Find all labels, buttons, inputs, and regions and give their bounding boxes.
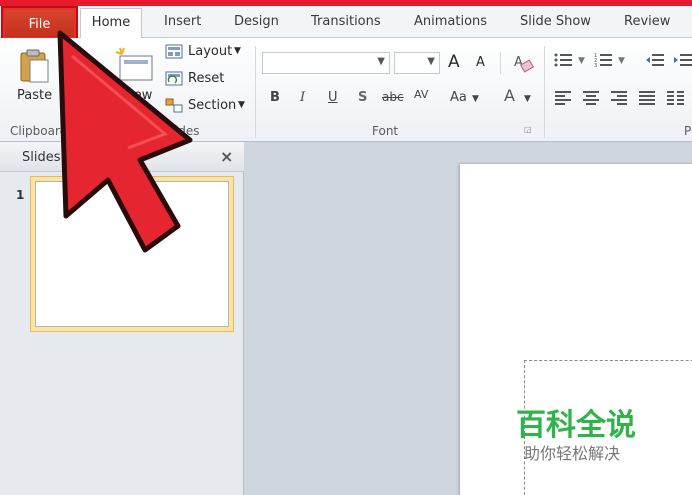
align-right-icon[interactable] <box>610 90 628 106</box>
reset-icon <box>165 71 183 86</box>
tab-insert[interactable]: Insert <box>164 14 201 29</box>
tab-review[interactable]: Review <box>624 14 670 29</box>
chevron-down-icon: ▼ <box>377 56 385 67</box>
align-left-icon[interactable] <box>554 90 572 106</box>
shadow-button[interactable]: S <box>358 90 367 105</box>
font-name-combo[interactable]: ▼ <box>262 52 390 74</box>
grow-font-button[interactable]: A <box>448 52 460 72</box>
columns-icon[interactable] <box>666 90 686 106</box>
slide-thumbnail[interactable] <box>35 181 229 327</box>
svg-text:3: 3 <box>594 63 597 68</box>
justify-icon[interactable] <box>638 90 656 106</box>
chevron-down-icon: ▼ <box>427 56 435 67</box>
separator <box>80 46 81 138</box>
italic-button[interactable]: I <box>300 90 305 105</box>
new-slide-label: New <box>124 88 153 103</box>
chevron-down-icon[interactable]: ▼ <box>524 94 531 104</box>
tab-transitions[interactable]: Transitions <box>311 14 381 29</box>
character-spacing-button[interactable]: AV <box>414 88 428 101</box>
ribbon-home: Paste Clipboard New Layout ▼ Reset Secti… <box>0 38 692 142</box>
separator <box>500 52 501 74</box>
underline-button[interactable]: U <box>328 90 338 105</box>
chevron-down-icon[interactable]: ▼ <box>472 94 479 104</box>
tab-slide-show[interactable]: Slide Show <box>520 14 591 29</box>
reset-label: Reset <box>188 71 225 86</box>
watermark-title: 百科全说 <box>516 408 636 443</box>
change-case-button[interactable]: Aa <box>450 90 467 105</box>
new-slide-icon <box>115 47 153 81</box>
shrink-font-button[interactable]: A <box>476 55 485 70</box>
font-color-button[interactable]: A <box>504 86 515 105</box>
dialog-launcher-icon[interactable]: ◲ <box>524 125 532 134</box>
group-label-clipboard: Clipboard <box>10 124 68 138</box>
chevron-down-icon: ▼ <box>238 100 245 110</box>
tab-animations[interactable]: Animations <box>414 14 487 29</box>
layout-label: Layout <box>188 44 233 59</box>
ribbon-tab-bar: File Home Insert Design Transitions Anim… <box>0 6 692 40</box>
align-center-icon[interactable] <box>582 90 600 106</box>
tab-design[interactable]: Design <box>234 14 279 29</box>
paste-label: Paste <box>17 88 53 103</box>
section-label: Section <box>188 98 237 113</box>
clipboard-icon <box>20 49 49 83</box>
chevron-down-icon[interactable]: ▼ <box>578 56 585 66</box>
bold-button[interactable]: B <box>270 90 280 105</box>
numbering-icon[interactable]: 1 2 3 <box>594 52 614 68</box>
slides-pane: Slides × 1 <box>0 142 244 495</box>
close-icon[interactable]: × <box>220 147 233 166</box>
layout-icon <box>165 44 183 59</box>
separator <box>544 46 545 138</box>
chevron-down-icon: ▼ <box>234 46 241 56</box>
increase-indent-icon[interactable] <box>674 52 692 68</box>
group-label-font: Font <box>372 124 399 138</box>
watermark-subtitle: 助你轻松解决 <box>524 444 621 463</box>
tab-file[interactable]: File <box>3 8 76 39</box>
group-label-slides: Slides <box>164 124 200 138</box>
chevron-down-icon[interactable]: ▼ <box>618 56 625 66</box>
decrease-indent-icon[interactable] <box>646 52 666 68</box>
clear-formatting-icon[interactable]: A <box>512 52 534 74</box>
svg-text:A: A <box>514 55 523 70</box>
slide-thumbnail-selected[interactable] <box>30 176 234 332</box>
slides-pane-title[interactable]: Slides <box>22 150 61 165</box>
font-size-combo[interactable]: ▼ <box>394 52 440 74</box>
slides-pane-header: Slides × <box>0 142 244 172</box>
separator <box>255 46 256 138</box>
tab-home[interactable]: Home <box>80 8 142 40</box>
slide-number: 1 <box>16 188 25 202</box>
bullets-icon[interactable] <box>554 52 574 68</box>
strikethrough-button[interactable]: abc <box>382 90 404 104</box>
section-icon <box>165 98 183 113</box>
group-label-paragraph: P <box>684 124 692 138</box>
